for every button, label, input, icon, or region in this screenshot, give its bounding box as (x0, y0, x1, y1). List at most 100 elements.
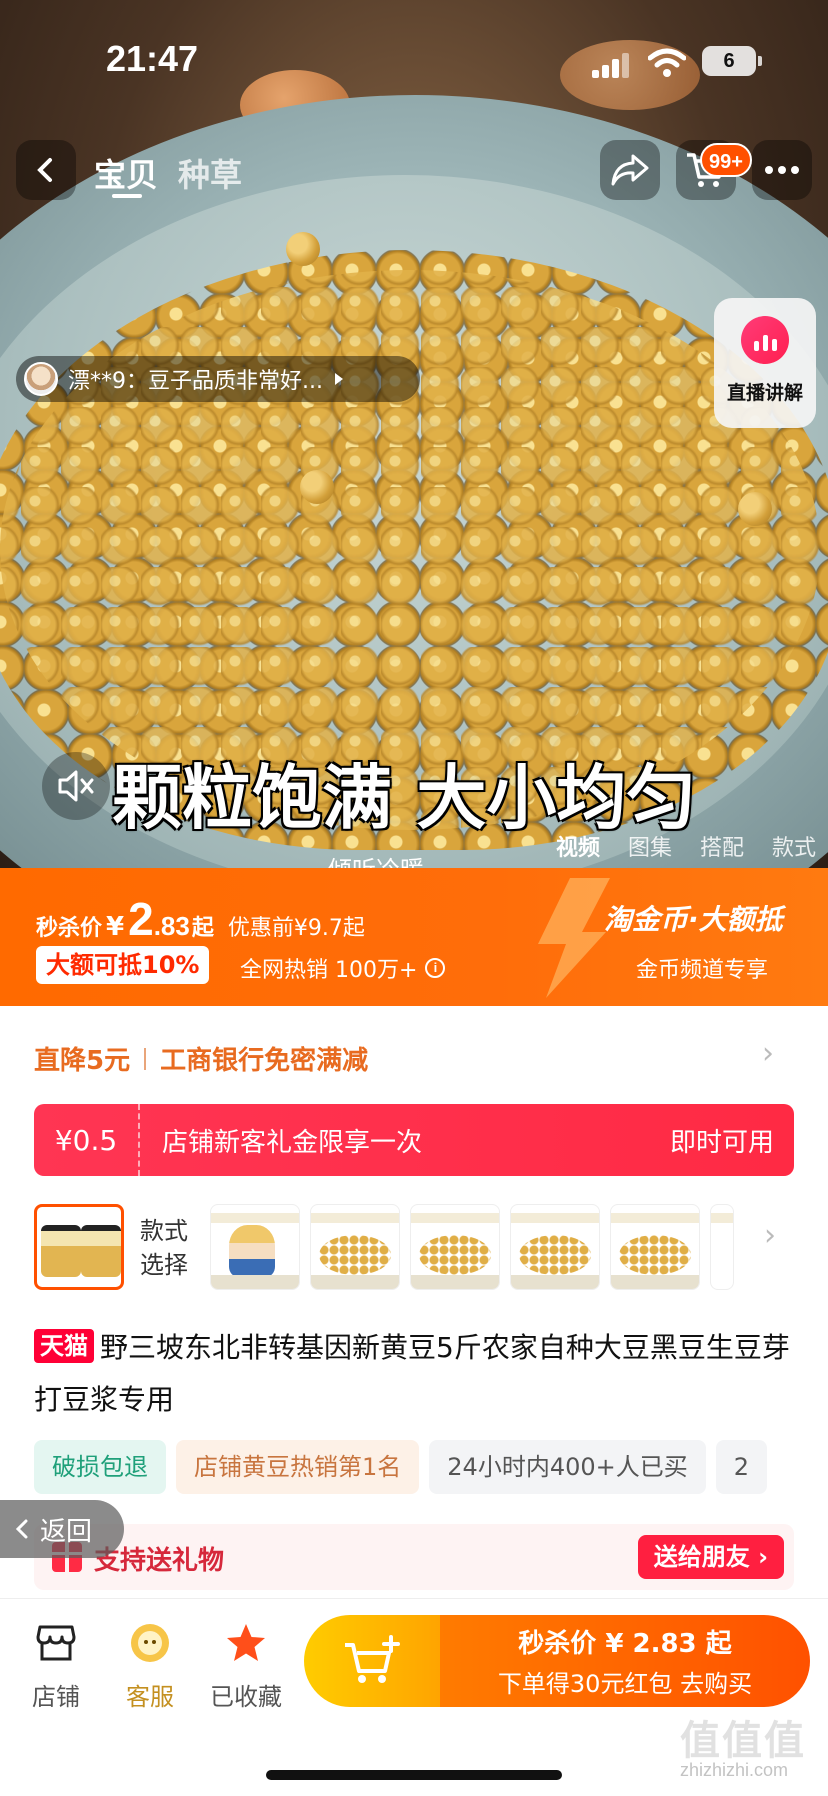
buy-now-button[interactable]: 秒杀价 ¥ 2.83 起 下单得30元红包 去购买 (440, 1615, 810, 1707)
home-indicator (266, 1770, 562, 1780)
media-tab-style[interactable]: 款式 (772, 830, 816, 862)
product-video[interactable]: 21:47 6 宝贝 种草 99+ 漂**9：豆子品质非常好... 直播讲解 颗… (0, 0, 828, 868)
jar-image (41, 1225, 81, 1277)
price-currency: ¥ (106, 912, 125, 942)
farmer-image (229, 1225, 275, 1277)
thumb-caption (411, 1275, 499, 1289)
thumb-caption (511, 1275, 599, 1289)
more-button[interactable] (752, 140, 812, 200)
chevron-right-icon[interactable]: › (762, 1036, 774, 1071)
coin-title[interactable]: 淘金币·大额抵 (604, 898, 783, 938)
battery-icon: 6 (702, 46, 762, 76)
sku-thumb[interactable] (410, 1204, 500, 1290)
shop-label: 店铺 (32, 1683, 80, 1711)
favorite-label: 已收藏 (210, 1683, 282, 1711)
share-button[interactable] (600, 140, 660, 200)
gift-row[interactable]: 支持送礼物 送给朋友 › (34, 1524, 794, 1590)
return-float-button[interactable]: 返回 (0, 1500, 124, 1558)
beans-image (319, 1235, 391, 1275)
jar-image (81, 1225, 121, 1277)
coupon-divider (138, 1104, 140, 1176)
price-integer: 2 (128, 893, 154, 945)
cart-badge: 99+ (700, 143, 752, 177)
sku-thumb[interactable] (34, 1204, 124, 1290)
beans-image (519, 1235, 591, 1275)
info-icon: i (425, 958, 446, 978)
sku-thumb[interactable] (310, 1204, 400, 1290)
avatar (24, 362, 58, 396)
product-title: 天猫 野三坡东北非转基因新黄豆5斤农家自种大豆黑豆生豆芽打豆浆专用 (34, 1322, 794, 1426)
chip-more[interactable]: 2 (715, 1440, 768, 1494)
sku-thumb[interactable] (610, 1204, 700, 1290)
coupon-use-button[interactable]: 即时可用 (670, 1122, 774, 1159)
tab-zhongcao[interactable]: 种草 (178, 150, 242, 196)
thumb-header (411, 1213, 499, 1223)
promo-bank: 工商银行免密满减 (160, 1046, 369, 1076)
chip-rank[interactable]: 店铺黄豆热销第1名 (176, 1440, 420, 1494)
beans-image (419, 1235, 491, 1275)
add-to-cart-button[interactable] (304, 1615, 440, 1707)
hot-sales[interactable]: 全网热销 100万+ i (240, 952, 446, 984)
thumb-header (611, 1213, 699, 1223)
thumb-header (211, 1213, 299, 1223)
customer-service-button[interactable]: 客服 (110, 1621, 190, 1712)
review-text: 漂**9：豆子品质非常好... (68, 369, 323, 394)
review-bubble[interactable]: 漂**9：豆子品质非常好... (16, 356, 420, 402)
sku-thumb[interactable] (210, 1204, 300, 1290)
tab-underline (112, 194, 142, 198)
tmall-badge: 天猫 (34, 1329, 94, 1363)
status-bar: 21:47 6 (0, 0, 828, 120)
tab-baobei[interactable]: 宝贝 (94, 150, 158, 196)
video-author: 倾听冷暖_ (328, 850, 436, 868)
add-cart-icon (345, 1635, 400, 1683)
more-icon (765, 166, 799, 174)
hot-sales-text: 全网热销 100万+ (240, 958, 418, 983)
back-button[interactable] (16, 140, 76, 200)
media-tab-match[interactable]: 搭配 (700, 830, 744, 862)
price-decimal: .83 (153, 911, 190, 941)
beans-image (619, 1235, 691, 1275)
product-title-text: 野三坡东北非转基因新黄豆5斤农家自种大豆黑豆生豆芽打豆浆专用 (34, 1331, 790, 1416)
media-tab-video[interactable]: 视频 (556, 830, 600, 862)
shop-button[interactable]: 店铺 (16, 1621, 96, 1712)
service-chips: 破损包退 店铺黄豆热销第1名 24小时内400+人已买 2 (34, 1440, 768, 1494)
live-icon (741, 316, 789, 364)
promo-line[interactable]: 直降5元 工商银行免密满减 (34, 1040, 368, 1077)
falling-bean (738, 492, 772, 526)
live-label: 直播讲解 (726, 382, 803, 404)
chip-sales[interactable]: 24小时内400+人已买 (429, 1440, 706, 1494)
customer-service-icon (131, 1624, 169, 1662)
mute-button[interactable] (42, 752, 110, 820)
live-explain-button[interactable]: 直播讲解 (714, 298, 816, 428)
chevron-left-icon (15, 1519, 28, 1539)
customer-service-label: 客服 (126, 1683, 174, 1711)
thumb-header (711, 1213, 733, 1223)
sku-selector: 款式选择 › (34, 1198, 794, 1292)
wifi-icon (648, 48, 686, 77)
chevron-left-icon (37, 158, 52, 182)
price-banner: 秒杀价 ¥ 2 .83 起 优惠前¥9.7起 大额可抵10% 全网热销 100万… (0, 868, 828, 1006)
price-label: 秒杀价 (36, 916, 103, 941)
falling-bean (300, 470, 334, 504)
sku-choose-label[interactable]: 款式选择 (140, 1214, 200, 1282)
send-to-friend-button[interactable]: 送给朋友 › (637, 1535, 784, 1579)
price-row: 秒杀价 ¥ 2 .83 起 优惠前¥9.7起 (36, 892, 365, 946)
thumb-caption (311, 1275, 399, 1289)
sku-thumb[interactable] (510, 1204, 600, 1290)
coupon-bar[interactable]: ¥0.5 店铺新客礼金限享一次 即时可用 (34, 1104, 794, 1176)
original-price: 优惠前¥9.7起 (227, 916, 365, 941)
shop-icon (36, 1625, 76, 1661)
chip-return[interactable]: 破损包退 (34, 1440, 166, 1494)
coupon-description: 店铺新客礼金限享一次 (162, 1127, 423, 1158)
coupon-amount: ¥0.5 (54, 1123, 118, 1157)
divider (144, 1047, 147, 1070)
star-icon (227, 1624, 265, 1661)
favorite-button[interactable]: 已收藏 (206, 1621, 286, 1712)
media-tabs: 视频 图集 搭配 款式 (556, 830, 816, 862)
media-tab-gallery[interactable]: 图集 (628, 830, 672, 862)
chevron-right-icon[interactable]: › (764, 1218, 776, 1253)
deduct-badge: 大额可抵10% (36, 946, 210, 984)
sku-thumb[interactable] (710, 1204, 734, 1290)
thumb-header (511, 1213, 599, 1223)
video-caption: 颗粒饱满 大小均匀 (112, 757, 697, 839)
